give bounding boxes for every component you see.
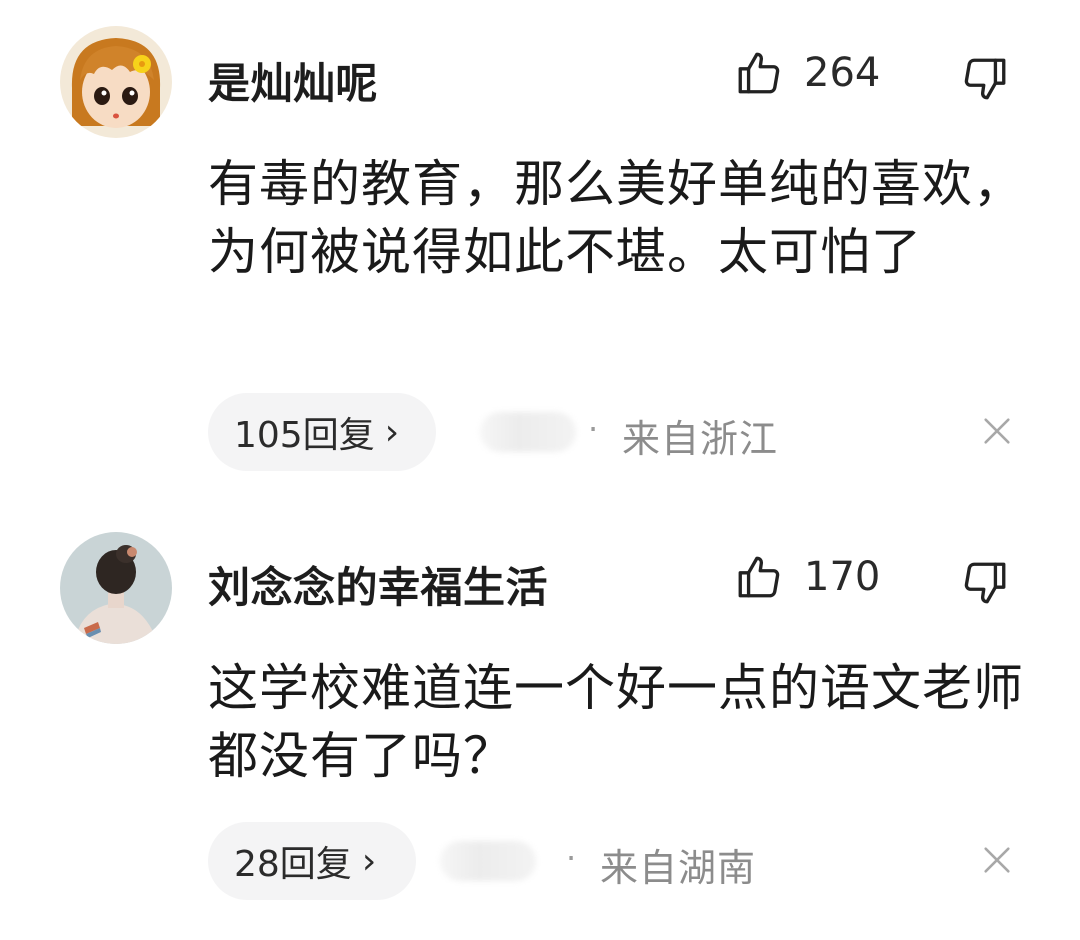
thumbs-down-icon[interactable]	[960, 54, 1010, 104]
comment-text: 有毒的教育，那么美好单纯的喜欢，为何被说得如此不堪。太可怕了	[208, 155, 1024, 281]
comment-item: 刘念念的幸福生活 170 这学校难道连一个好一点的语文老师都没有了吗？ 28回复…	[0, 500, 1080, 940]
username[interactable]: 是灿灿呢	[208, 50, 378, 111]
thumbs-up-icon[interactable]	[734, 552, 784, 602]
reply-label: 105回复	[234, 415, 375, 456]
chevron-right-icon: ›	[361, 840, 377, 882]
cartoon-girl-avatar-icon	[60, 26, 172, 138]
thumbs-down-icon[interactable]	[960, 558, 1010, 608]
woman-back-photo-avatar-icon	[60, 532, 172, 644]
username[interactable]: 刘念念的幸福生活	[208, 554, 548, 615]
avatar[interactable]	[60, 532, 172, 644]
like-button[interactable]: 264	[734, 48, 880, 98]
close-icon[interactable]	[980, 414, 1014, 448]
avatar[interactable]	[60, 26, 172, 138]
like-count: 264	[804, 50, 881, 96]
blurred-timestamp	[440, 841, 536, 881]
reply-button[interactable]: 105回复 ›	[208, 393, 436, 471]
like-count: 170	[804, 554, 881, 600]
location-label: 来自浙江	[622, 417, 779, 461]
chevron-right-icon: ›	[384, 411, 400, 453]
close-icon[interactable]	[980, 843, 1014, 877]
meta-separator: ·	[566, 839, 577, 877]
meta-separator: ·	[588, 410, 599, 448]
reply-button[interactable]: 28回复 ›	[208, 822, 416, 900]
reply-label: 28回复	[234, 844, 352, 885]
comment-text: 这学校难道连一个好一点的语文老师都没有了吗？	[208, 659, 1024, 785]
location-label: 来自湖南	[600, 846, 757, 890]
thumbs-up-icon[interactable]	[734, 48, 784, 98]
blurred-timestamp	[480, 412, 576, 452]
like-button[interactable]: 170	[734, 552, 880, 602]
comment-item: 是灿灿呢 264 有毒的教育，那么美好单纯的喜欢，为何被说得如此不堪。太可怕了 …	[0, 0, 1080, 500]
